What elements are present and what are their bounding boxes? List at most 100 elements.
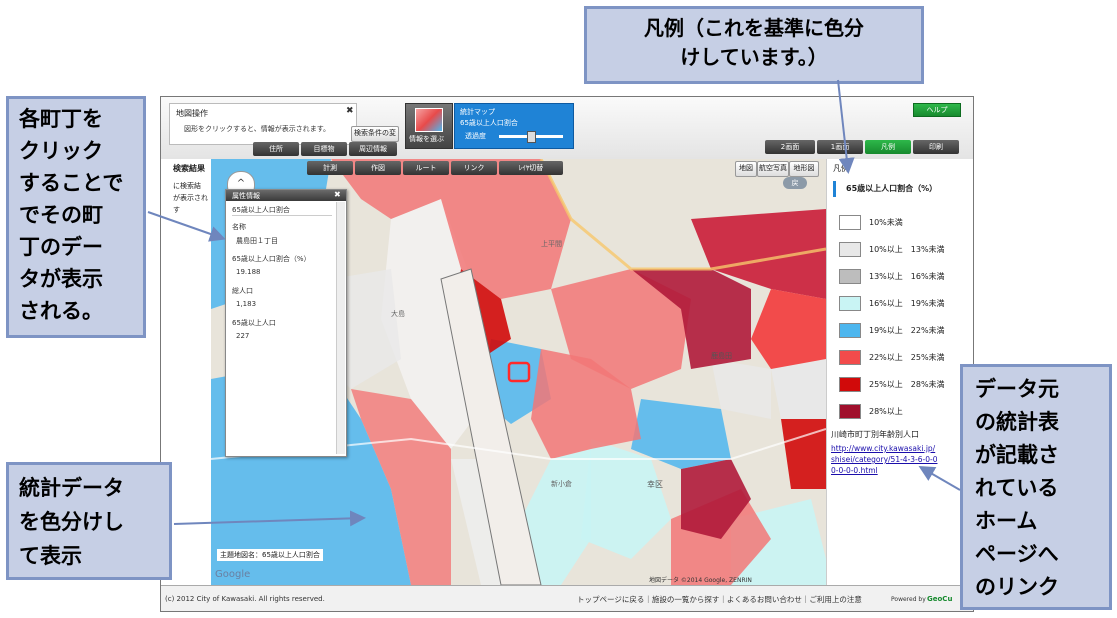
- link-callout: データ元 の統計表 が記載さ れている ホーム ページへ のリンク: [960, 364, 1112, 610]
- search-condition-button[interactable]: 検索条件の変更: [351, 126, 399, 150]
- opacity-slider-handle[interactable]: [527, 131, 536, 143]
- stat-map-title: 統計マップ: [460, 108, 495, 116]
- link-callout-line: のリンク: [975, 575, 1059, 599]
- layer-switch-label: ﾚｲﾔ切替: [518, 164, 544, 172]
- footer: (c) 2012 City of Kawasaki. All rights re…: [161, 585, 973, 611]
- total-value: 1,183: [236, 300, 257, 308]
- legend-label: 28%以上: [869, 407, 903, 416]
- one-screen-label: 1画面: [830, 143, 850, 151]
- place-label: 幸区: [647, 480, 663, 489]
- select-info-button[interactable]: 情報を選ぶ: [405, 103, 453, 149]
- legend-panel: 凡例 65歳以上人口割合（%） 10%未満 10%以上 13%未満 13%以上 16…: [826, 159, 973, 585]
- address-button[interactable]: 住所: [253, 142, 299, 156]
- close-icon[interactable]: ✖: [334, 190, 341, 199]
- color-callout-line: を色分けし: [19, 510, 124, 534]
- popup-scrollbar[interactable]: [336, 202, 345, 454]
- one-screen-button[interactable]: 1画面: [817, 140, 863, 154]
- popup-layer: 65歳以上人口割合: [232, 205, 332, 216]
- address-label: 住所: [269, 145, 283, 153]
- return-label: 戻: [791, 179, 799, 187]
- route-button[interactable]: ルート: [403, 161, 449, 175]
- footer-brand: GeoCu: [927, 595, 953, 603]
- top-toolbar: 地図操作 ✖ 図形をクリックすると、情報が表示されます。 検索条件の変更 住所 …: [161, 97, 973, 160]
- map-type-aerial[interactable]: 航空写真: [757, 161, 789, 177]
- click-callout-line: クリック: [19, 139, 103, 163]
- legend-callout: 凡例（これを基準に色分 けしています。）: [584, 6, 924, 84]
- link-callout-line: ページへ: [975, 542, 1059, 566]
- footer-powered: Powered by: [891, 596, 926, 603]
- click-callout-line: 各町丁を: [19, 107, 103, 131]
- close-icon[interactable]: ✖: [346, 106, 354, 116]
- map-type-map[interactable]: 地図: [735, 161, 757, 177]
- ratio-label: 65歳以上人口割合（%）: [232, 255, 311, 263]
- click-callout-line: することで: [19, 171, 124, 195]
- link-callout-line: データ元: [975, 377, 1059, 401]
- source-link-line[interactable]: shisei/category/51-4-3-6-0-0: [831, 454, 937, 465]
- legend-swatch: [839, 296, 861, 311]
- footer-copyright: (c) 2012 City of Kawasaki. All rights re…: [165, 595, 325, 603]
- legend-button[interactable]: 凡例: [865, 140, 911, 154]
- place-label: 上平間: [541, 240, 562, 248]
- search-results-text-1: に検索結: [173, 182, 201, 190]
- link-callout-line: が記載さ: [975, 443, 1059, 467]
- search-results-text-2: が表示され: [173, 194, 208, 202]
- opacity-label: 透過度: [465, 132, 486, 140]
- source-link-line[interactable]: http://www.city.kawasaki.jp/: [831, 443, 937, 454]
- attribute-popup: 属性情報 ✖ 65歳以上人口割合 名称 農島田１丁目 65歳以上人口割合（%） …: [225, 189, 347, 457]
- place-label: 大島: [391, 310, 405, 318]
- legend-label: 10%以上 13%未満: [869, 245, 945, 254]
- help-label: ヘルプ: [926, 106, 948, 114]
- map-copyright: 地図データ ©2014 Google, ZENRIN: [649, 577, 752, 584]
- link-label: リンク: [463, 164, 485, 172]
- map-type-terrain[interactable]: 地形図: [789, 161, 819, 177]
- legend-swatch: [839, 350, 861, 365]
- name-label: 名称: [232, 223, 246, 231]
- popup-title: 属性情報: [232, 192, 260, 200]
- link-callout-line: れている: [975, 476, 1059, 500]
- place-label: 鹿島田: [711, 352, 732, 360]
- legend-label: 16%以上 19%未満: [869, 299, 945, 308]
- legend-swatch: [839, 323, 861, 338]
- total-label: 総人口: [232, 287, 253, 295]
- legend-label: 22%以上 25%未満: [869, 353, 945, 362]
- map-thumbnail-icon: [415, 108, 443, 132]
- legend-swatch: [839, 377, 861, 392]
- return-button[interactable]: 戻: [783, 177, 807, 189]
- draw-label: 作図: [371, 164, 385, 172]
- panel-title: 地図操作: [176, 109, 208, 118]
- color-callout-line: 統計データ: [19, 476, 124, 500]
- stat-map-subtitle: 65歳以上人口割合: [460, 119, 518, 127]
- print-button[interactable]: 印刷: [913, 140, 959, 154]
- link-button[interactable]: リンク: [451, 161, 497, 175]
- layer-switch-button[interactable]: ﾚｲﾔ切替: [499, 161, 563, 175]
- click-callout-line: でその町: [19, 203, 103, 227]
- click-callout: 各町丁を クリック することで でその町 丁のデー タが表示 される。: [6, 96, 146, 338]
- legend-subtitle: 65歳以上人口割合（%）: [833, 181, 973, 197]
- source-link[interactable]: http://www.city.kawasaki.jp/ shisei/cate…: [831, 443, 937, 476]
- click-callout-line: タが表示: [19, 267, 103, 291]
- help-button[interactable]: ヘルプ: [913, 103, 961, 117]
- ratio-value: 19.188: [236, 268, 261, 276]
- two-screen-label: 2画面: [780, 143, 800, 151]
- footer-links[interactable]: トップページに戻る｜施設の一覧から探す｜よくあるお問い合わせ｜ご利用上の注意: [577, 594, 862, 605]
- nearby-label: 周辺情報: [359, 145, 387, 153]
- legend-swatch: [839, 269, 861, 284]
- legend-swatch: [839, 404, 861, 419]
- map-canvas[interactable]: ^ 計測 作図 ルート リンク ﾚｲﾔ切替 地図 航空写真 地形図 戻 上平間 …: [211, 159, 826, 585]
- legend-label: 19%以上 22%未満: [869, 326, 945, 335]
- measure-button[interactable]: 計測: [307, 161, 353, 175]
- source-link-line[interactable]: 0-0-0-0.html: [831, 465, 937, 476]
- measure-label: 計測: [323, 164, 337, 172]
- legend-button-label: 凡例: [881, 143, 895, 151]
- draw-button[interactable]: 作図: [355, 161, 401, 175]
- nearby-button[interactable]: 周辺情報: [349, 142, 397, 156]
- link-callout-line: の統計表: [975, 410, 1059, 434]
- google-logo: Google: [215, 569, 251, 580]
- route-label: ルート: [415, 164, 437, 172]
- name-value: 農島田１丁目: [236, 237, 278, 245]
- legend-swatch: [839, 215, 861, 230]
- landmark-button[interactable]: 目標物: [301, 142, 347, 156]
- legend-label: 10%未満: [869, 218, 903, 227]
- two-screen-button[interactable]: 2画面: [765, 140, 815, 154]
- popup-header: 属性情報 ✖: [226, 190, 346, 201]
